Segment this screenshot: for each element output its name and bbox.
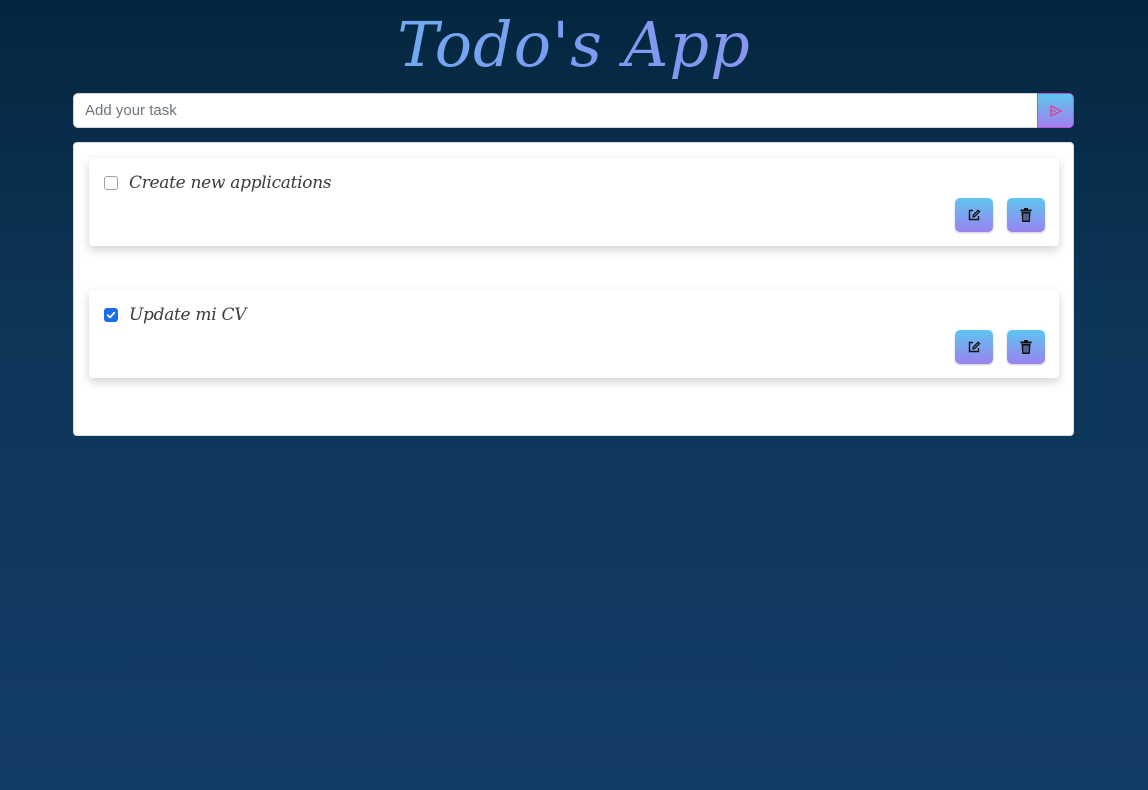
task-label: Create new applications — [129, 173, 332, 193]
trash-icon — [1020, 340, 1032, 354]
delete-task-button[interactable] — [1007, 330, 1045, 364]
send-icon — [1049, 104, 1063, 118]
trash-icon — [1020, 208, 1032, 222]
check-icon — [106, 310, 116, 320]
edit-task-button[interactable] — [955, 330, 993, 364]
edit-icon — [967, 340, 981, 354]
delete-task-button[interactable] — [1007, 198, 1045, 232]
task-checkbox[interactable] — [104, 176, 118, 190]
add-task-button[interactable] — [1037, 93, 1074, 128]
edit-task-button[interactable] — [955, 198, 993, 232]
edit-icon — [967, 208, 981, 222]
task-item: Update mi CV — [89, 290, 1059, 378]
task-item: Create new applications — [89, 158, 1059, 246]
task-list: Create new applications Update mi CV — [73, 142, 1074, 436]
add-task-form — [73, 93, 1074, 128]
app-title: Todo's App — [0, 4, 1148, 86]
task-checkbox[interactable] — [104, 308, 118, 322]
task-label: Update mi CV — [129, 305, 247, 325]
add-task-input[interactable] — [73, 93, 1037, 128]
